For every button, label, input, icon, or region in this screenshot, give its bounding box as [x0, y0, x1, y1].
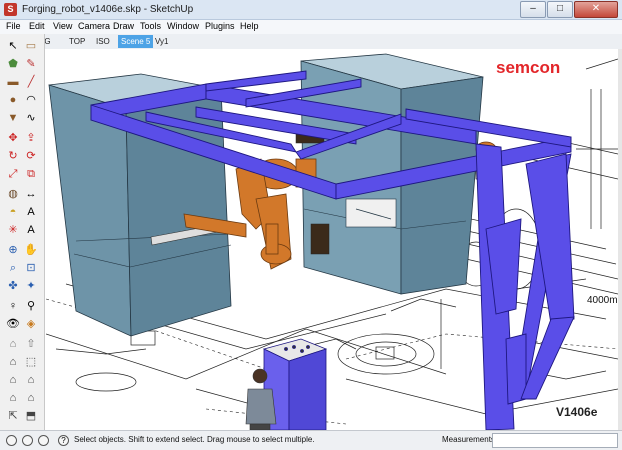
- polygon-icon[interactable]: ▼: [5, 110, 21, 126]
- share-model-icon[interactable]: ⇧: [23, 336, 39, 352]
- look-around-icon[interactable]: 👁: [5, 316, 21, 332]
- title-bar: S Forging_robot_v1406e.skp - SketchUp – …: [0, 0, 622, 20]
- help-icon[interactable]: ?: [58, 435, 69, 446]
- zoom-icon[interactable]: ⌕: [5, 260, 21, 276]
- follow-me-icon[interactable]: ⟳: [23, 148, 39, 164]
- menu-plugins[interactable]: Plugins: [205, 21, 235, 31]
- menu-tools[interactable]: Tools: [140, 21, 161, 31]
- menu-window[interactable]: Window: [167, 21, 199, 31]
- text-icon[interactable]: A: [23, 204, 39, 220]
- menu-file[interactable]: File: [6, 21, 21, 31]
- status-hint: Select objects. Shift to extend select. …: [74, 435, 315, 444]
- previous-view-icon[interactable]: ✦: [23, 278, 39, 294]
- geo-location-icon[interactable]: [6, 435, 17, 446]
- offset-icon[interactable]: ⧉: [23, 166, 39, 182]
- status-bar: ? Select objects. Shift to extend select…: [0, 430, 622, 450]
- paint-bucket-icon[interactable]: ⬟: [5, 56, 21, 72]
- close-button[interactable]: ✕: [574, 1, 618, 18]
- push-pull-icon[interactable]: ⇪: [23, 130, 39, 146]
- dimension-icon[interactable]: ↔: [23, 186, 39, 202]
- section-plane-icon[interactable]: ◈: [23, 316, 39, 332]
- brand-logo: semcon: [496, 58, 560, 77]
- move-icon[interactable]: ✥: [5, 130, 21, 146]
- freehand-icon[interactable]: ∿: [23, 110, 39, 126]
- dimension-label: 4000m: [587, 295, 618, 306]
- measurements-input[interactable]: [492, 433, 618, 448]
- tape-measure-icon[interactable]: ◍: [5, 186, 21, 202]
- menu-help[interactable]: Help: [240, 21, 259, 31]
- components-icon[interactable]: ⌂: [5, 354, 21, 370]
- extensions-icon[interactable]: ⬚: [23, 354, 39, 370]
- zoom-window-icon[interactable]: ⊡: [23, 260, 39, 276]
- menu-edit[interactable]: Edit: [29, 21, 45, 31]
- axes-icon[interactable]: ✳: [5, 222, 21, 238]
- zoom-extents-icon[interactable]: ✤: [5, 278, 21, 294]
- sketchup-icon: S: [4, 3, 17, 16]
- right-view-icon[interactable]: ⌂: [23, 390, 39, 406]
- modeling-viewport[interactable]: semcon V1406e 4000m: [46, 49, 618, 430]
- window-title: Forging_robot_v1406e.skp - SketchUp: [22, 4, 194, 15]
- scene-tab-iso[interactable]: ISO: [93, 35, 113, 48]
- pencil-icon[interactable]: ✎: [23, 56, 39, 72]
- walk-icon[interactable]: ⚲: [23, 298, 39, 314]
- 3d-text-icon[interactable]: A: [23, 222, 39, 238]
- user-icon[interactable]: [38, 435, 49, 446]
- scene-tab-top[interactable]: TOP: [66, 35, 88, 48]
- orbit-icon[interactable]: ⊕: [5, 242, 21, 258]
- rectangle-icon[interactable]: ▬: [5, 74, 21, 90]
- scale-icon[interactable]: ⤢: [5, 166, 21, 182]
- 3d-model-canvas[interactable]: semcon V1406e 4000m: [46, 49, 618, 430]
- front-view-icon[interactable]: ⌂: [23, 372, 39, 388]
- menu-bar: File Edit View Camera Draw Tools Window …: [0, 20, 622, 34]
- scene-tab-scene-5[interactable]: Scene 5: [118, 35, 154, 48]
- viewport-scrollbar[interactable]: [618, 49, 622, 430]
- tools-toolbar: ↖ ▭ ⬟ ✎ ▬ ╱ ● ◠ ▼ ∿ ✥ ⇪ ↻ ⟳ ⤢ ⧉ ◍ ↔ ◓ A …: [0, 34, 45, 430]
- bottom-view-icon[interactable]: ⬒: [23, 408, 39, 424]
- arc-icon[interactable]: ◠: [23, 92, 39, 108]
- position-camera-icon[interactable]: ♀: [5, 298, 21, 314]
- scene-tabs-bar: DWG TOP ISO Scene 5 Vy1: [25, 34, 622, 49]
- eraser-icon[interactable]: ▭: [23, 38, 39, 54]
- measurements-label: Measurements: [442, 435, 495, 444]
- minimize-button[interactable]: –: [520, 1, 546, 18]
- menu-view[interactable]: View: [53, 21, 72, 31]
- line-icon[interactable]: ╱: [23, 74, 39, 90]
- circle-icon[interactable]: ●: [5, 92, 21, 108]
- back-view-icon[interactable]: ⇱: [5, 408, 21, 424]
- left-view-icon[interactable]: ⌂: [5, 390, 21, 406]
- rotate-icon[interactable]: ↻: [5, 148, 21, 164]
- pan-icon[interactable]: ✋: [23, 242, 39, 258]
- protractor-icon[interactable]: ◓: [5, 204, 21, 220]
- menu-camera[interactable]: Camera: [78, 21, 110, 31]
- warehouse-icon[interactable]: ⌂: [5, 336, 21, 352]
- credits-icon[interactable]: [22, 435, 33, 446]
- maximize-button[interactable]: □: [547, 1, 573, 18]
- home-view-icon[interactable]: ⌂: [5, 372, 21, 388]
- menu-draw[interactable]: Draw: [113, 21, 134, 31]
- scene-tab-vy1[interactable]: Vy1: [152, 35, 172, 48]
- select-icon[interactable]: ↖: [5, 38, 21, 54]
- version-label: V1406e: [556, 405, 598, 419]
